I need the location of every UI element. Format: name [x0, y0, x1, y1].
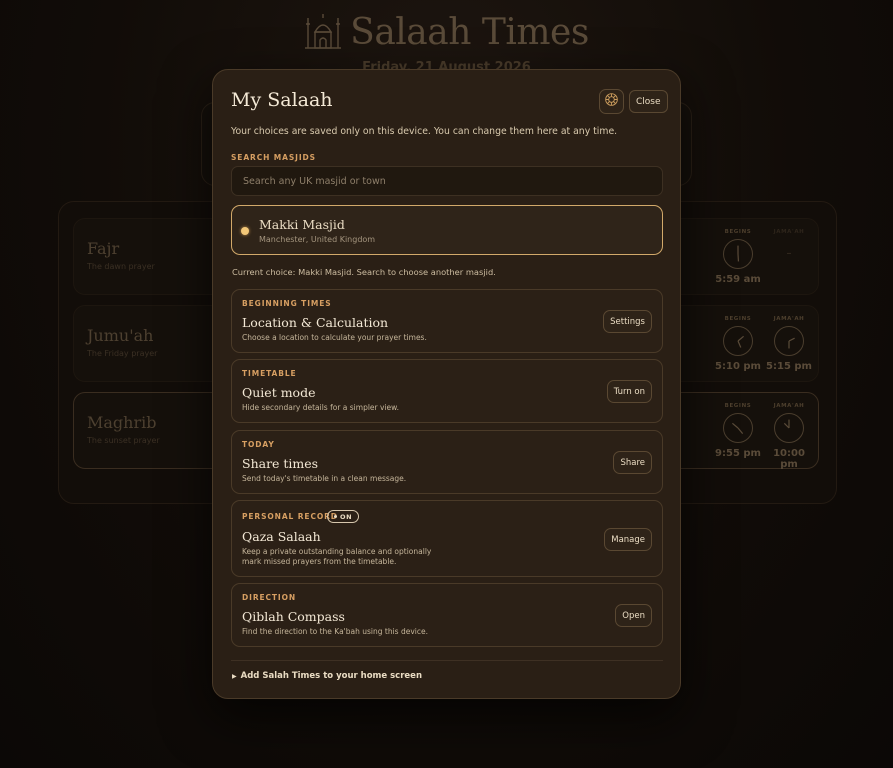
- card-title: Qaza Salaah: [242, 529, 321, 544]
- add-to-home-screen-toggle[interactable]: ▶ Add Salah Times to your home screen: [232, 671, 422, 681]
- close-button[interactable]: Close: [629, 90, 668, 113]
- theme-button[interactable]: [599, 89, 624, 114]
- app-header: Salaah Times: [0, 10, 893, 54]
- search-label: SEARCH MASJIDS: [231, 153, 316, 162]
- card-title: Location & Calculation: [242, 315, 389, 330]
- card-title: Quiet mode: [242, 385, 316, 400]
- prayer-name: Jumu'ah: [87, 326, 154, 345]
- quiet-mode-toggle-button[interactable]: Turn on: [606, 380, 652, 403]
- card-label: TIMETABLE: [242, 369, 297, 378]
- card-timetable: TIMETABLE Quiet mode Hide secondary deta…: [231, 359, 663, 423]
- theme-icon: [604, 92, 619, 111]
- radio-selected-icon: [241, 227, 249, 235]
- prayer-name: Maghrib: [87, 413, 157, 432]
- jamaah-time: 5:15 pm: [766, 361, 812, 372]
- divider: [231, 660, 663, 661]
- settings-button[interactable]: Settings: [603, 310, 652, 333]
- card-description: Find the direction to the Ka'bah using t…: [242, 627, 428, 636]
- jamaah-column: JAMA'AH 10:00 pm: [765, 403, 813, 470]
- begins-column: BEGINS 5:10 pm: [715, 316, 761, 372]
- card-description: Hide secondary details for a simpler vie…: [242, 403, 399, 412]
- my-salaah-modal: My Salaah Close Your choices are saved o…: [212, 69, 681, 699]
- mosque-icon: [304, 10, 342, 54]
- card-label: TODAY: [242, 440, 275, 449]
- open-compass-button[interactable]: Open: [615, 604, 652, 627]
- begins-time: 5:59 am: [715, 274, 761, 285]
- card-description: Keep a private outstanding balance and o…: [242, 547, 432, 566]
- triangle-right-icon: ▶: [232, 672, 237, 680]
- card-label: PERSONAL RECORD: [242, 512, 338, 521]
- masjid-search-input[interactable]: [231, 166, 663, 196]
- clock-icon: [723, 239, 753, 269]
- begins-column: BEGINS 5:59 am: [715, 229, 761, 285]
- clock-icon: [723, 326, 753, 356]
- status-badge: ON: [327, 510, 360, 523]
- jamaah-column: JAMA'AH –: [765, 229, 813, 269]
- prayer-subtitle: The dawn prayer: [87, 262, 155, 271]
- jamaah-time: –: [786, 248, 792, 259]
- manage-button[interactable]: Manage: [604, 528, 652, 551]
- masjid-location: Manchester, United Kingdom: [259, 235, 376, 244]
- selected-masjid-option[interactable]: Makki Masjid Manchester, United Kingdom: [231, 205, 663, 255]
- begins-time: 5:10 pm: [715, 361, 761, 372]
- card-personal-record: PERSONAL RECORD ON Qaza Salaah Keep a pr…: [231, 500, 663, 577]
- clock-icon: [723, 413, 753, 443]
- dot-icon: [334, 515, 337, 518]
- app-title: Salaah Times: [350, 11, 589, 53]
- card-title: Share times: [242, 456, 319, 471]
- current-choice-text: Current choice: Makki Masjid. Search to …: [232, 267, 496, 277]
- card-description: Send today's timetable in a clean messag…: [242, 474, 407, 483]
- jamaah-time: 10:00 pm: [773, 448, 805, 470]
- add-to-home-screen-label: Add Salah Times to your home screen: [240, 671, 422, 681]
- clock-icon: [774, 413, 804, 443]
- card-today: TODAY Share times Send today's timetable…: [231, 430, 663, 494]
- modal-title: My Salaah: [231, 89, 333, 111]
- begins-time: 9:55 pm: [715, 448, 761, 459]
- card-beginning-times: BEGINNING TIMES Location & Calculation C…: [231, 289, 663, 353]
- jamaah-column: JAMA'AH 5:15 pm: [766, 316, 812, 372]
- prayer-subtitle: The sunset prayer: [87, 436, 160, 445]
- prayer-subtitle: The Friday prayer: [87, 349, 158, 358]
- prayer-name: Fajr: [87, 239, 120, 258]
- card-label: BEGINNING TIMES: [242, 299, 332, 308]
- card-title: Qiblah Compass: [242, 609, 345, 624]
- share-button[interactable]: Share: [613, 451, 652, 474]
- card-label: DIRECTION: [242, 593, 297, 602]
- begins-column: BEGINS 9:55 pm: [715, 403, 761, 459]
- modal-intro: Your choices are saved only on this devi…: [231, 126, 618, 137]
- clock-icon: [774, 326, 804, 356]
- masjid-name: Makki Masjid: [259, 217, 345, 232]
- card-direction: DIRECTION Qiblah Compass Find the direct…: [231, 583, 663, 647]
- card-description: Choose a location to calculate your pray…: [242, 333, 427, 342]
